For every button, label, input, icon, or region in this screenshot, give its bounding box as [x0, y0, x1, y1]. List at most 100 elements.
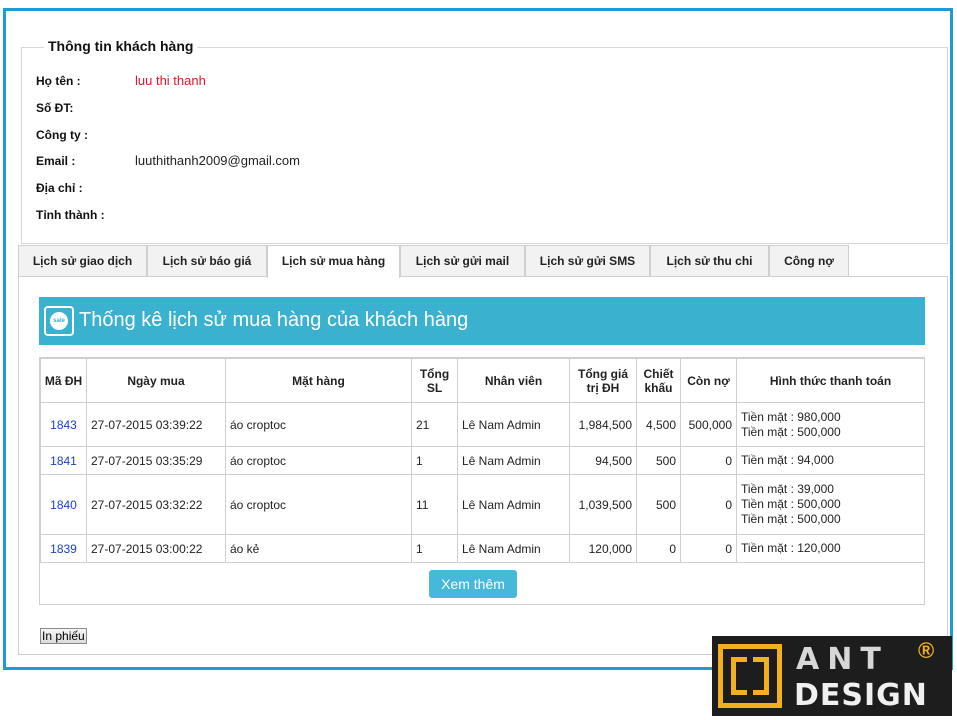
payment-line: Tiền mặt : 500,000	[741, 424, 841, 439]
table-header-row: Mã ĐH Ngày mua Mặt hàng Tổng SL Nhân viên…	[40, 358, 925, 403]
col-header-total-line2: trị ĐH	[586, 380, 620, 395]
order-payment: Tiền mặt : 94,000	[736, 446, 925, 475]
order-date: 27-07-2015 03:00:22	[86, 534, 226, 563]
phone-label: Số ĐT:	[36, 101, 74, 115]
info-row-address: Địa chỉ :	[36, 180, 636, 196]
table-row: 1841 27-07-2015 03:35:29 áo croptoc 1 Lê…	[40, 446, 925, 475]
payment-line: Tiền mặt : 500,000	[741, 512, 841, 526]
order-debt: 500,000	[680, 402, 737, 447]
order-id-link[interactable]: 1843	[40, 402, 87, 447]
table-row: 1843 27-07-2015 03:39:22 áo croptoc 21 L…	[40, 402, 925, 447]
info-row-phone: Số ĐT:	[36, 100, 636, 116]
tab-transaction-history[interactable]: Lịch sử giao dịch	[18, 245, 147, 277]
email-label: Email :	[36, 154, 76, 168]
order-date: 27-07-2015 03:35:29	[86, 446, 226, 475]
history-tabs: Lịch sử giao dịch Lịch sử báo giá Lịch s…	[18, 245, 918, 278]
col-header-item: Mặt hàng	[225, 358, 412, 403]
ant-logo-mark-icon	[718, 644, 782, 708]
logo-mark-bracket-left	[731, 657, 747, 695]
payment-line: Tiền mặt : 39,000	[741, 482, 834, 496]
address-label: Địa chỉ :	[36, 181, 83, 195]
info-row-email: Email : luuthithanh2009@gmail.com	[36, 153, 636, 169]
table-row: 1839 27-07-2015 03:00:22 áo kẻ 1 Lê Nam …	[40, 534, 925, 563]
logo-top-text: ANT	[796, 642, 889, 677]
customer-info-legend: Thông tin khách hàng	[44, 38, 198, 54]
order-date: 27-07-2015 03:32:22	[86, 474, 226, 535]
payment-line: Tiền mặt : 120,000	[741, 541, 841, 555]
info-row-name: Họ tên : luu thi thanh	[36, 73, 636, 89]
sale-tag-icon-text: sale	[50, 312, 68, 330]
order-total: 1,984,500	[569, 402, 637, 447]
table-row: 1840 27-07-2015 03:32:22 áo croptoc 11 L…	[40, 474, 925, 535]
purchase-history-grid: Mã ĐH Ngày mua Mặt hàng Tổng SL Nhân viên…	[39, 357, 925, 605]
col-header-order-id: Mã ĐH	[40, 358, 87, 403]
order-id-link[interactable]: 1840	[40, 474, 87, 535]
col-header-discount-line1: Chiết	[643, 366, 674, 381]
order-discount: 4,500	[636, 402, 681, 447]
logo-bottom-text: DESIGN	[794, 678, 928, 713]
order-item: áo kẻ	[225, 534, 412, 563]
purchase-history-banner: sale Thống kê lịch sử mua hàng của khách…	[39, 297, 925, 345]
print-receipt-button[interactable]: In phiếu	[40, 628, 87, 644]
info-row-province: Tỉnh thành :	[36, 207, 636, 223]
customer-info-fieldset: Thông tin khách hàng Họ tên : luu thi th…	[21, 38, 948, 244]
order-item: áo croptoc	[225, 446, 412, 475]
payment-line: Tiền mặt : 980,000	[741, 409, 841, 424]
col-header-qty-line2: SL	[426, 380, 443, 395]
name-value: luu thi thanh	[135, 73, 206, 88]
payment-line: Tiền mặt : 94,000	[741, 453, 834, 467]
order-id-link[interactable]: 1841	[40, 446, 87, 475]
customer-detail-window: Thông tin khách hàng Họ tên : luu thi th…	[3, 8, 953, 670]
order-payment: Tiền mặt : 39,000 Tiền mặt : 500,000 Tiề…	[736, 474, 925, 535]
col-header-discount: Chiết khấu	[636, 358, 681, 403]
tab-quote-history[interactable]: Lịch sử báo giá	[147, 245, 267, 277]
order-total: 1,039,500	[569, 474, 637, 535]
banner-title: Thống kê lịch sử mua hàng của khách hàng	[79, 309, 469, 331]
view-more-button[interactable]: Xem thêm	[429, 570, 517, 598]
order-date: 27-07-2015 03:39:22	[86, 402, 226, 447]
order-payment: Tiền mặt : 120,000	[736, 534, 925, 563]
col-header-qty-line1: Tổng	[419, 366, 450, 381]
order-item: áo croptoc	[225, 402, 412, 447]
logo-mark-bracket-right	[753, 657, 769, 695]
order-payment: Tiền mặt : 980,000 Tiền mặt : 500,000	[736, 402, 925, 447]
order-staff: Lê Nam Admin	[457, 402, 570, 447]
col-header-discount-line2: khấu	[644, 380, 673, 395]
purchase-history-panel: sale Thống kê lịch sử mua hàng của khách…	[18, 276, 948, 655]
order-discount: 0	[636, 534, 681, 563]
col-header-date: Ngày mua	[86, 358, 226, 403]
order-debt: 0	[680, 534, 737, 563]
col-header-payment: Hình thức thanh toán	[736, 358, 925, 403]
tab-mail-history[interactable]: Lịch sử gửi mail	[400, 245, 525, 277]
order-item: áo croptoc	[225, 474, 412, 535]
col-header-debt: Còn nợ	[680, 358, 737, 403]
order-staff: Lê Nam Admin	[457, 474, 570, 535]
province-label: Tỉnh thành :	[36, 208, 105, 222]
email-value: luuthithanh2009@gmail.com	[135, 153, 300, 168]
order-total: 94,500	[569, 446, 637, 475]
name-label: Họ tên :	[36, 74, 81, 88]
info-row-company: Công ty :	[36, 127, 636, 143]
col-header-total: Tổng giá trị ĐH	[569, 358, 637, 403]
registered-mark: ®	[918, 638, 935, 663]
order-staff: Lê Nam Admin	[457, 534, 570, 563]
tab-sms-history[interactable]: Lịch sử gửi SMS	[525, 245, 650, 277]
order-id-link[interactable]: 1839	[40, 534, 87, 563]
order-discount: 500	[636, 446, 681, 475]
tab-debt[interactable]: Công nợ	[769, 245, 849, 277]
order-qty: 1	[411, 446, 458, 475]
order-qty: 1	[411, 534, 458, 563]
order-total: 120,000	[569, 534, 637, 563]
order-staff: Lê Nam Admin	[457, 446, 570, 475]
purchase-history-table: Mã ĐH Ngày mua Mặt hàng Tổng SL Nhân viên…	[40, 358, 925, 563]
order-debt: 0	[680, 446, 737, 475]
tab-purchase-history[interactable]: Lịch sử mua hàng	[267, 245, 400, 278]
sale-tag-icon: sale	[44, 306, 74, 336]
order-qty: 21	[411, 402, 458, 447]
col-header-qty: Tổng SL	[411, 358, 458, 403]
payment-line: Tiền mặt : 500,000	[741, 497, 841, 511]
col-header-staff: Nhân viên	[457, 358, 570, 403]
company-label: Công ty :	[36, 128, 88, 142]
tab-cashflow-history[interactable]: Lịch sử thu chi	[650, 245, 769, 277]
ant-design-logo: ANT ® DESIGN	[712, 636, 952, 716]
